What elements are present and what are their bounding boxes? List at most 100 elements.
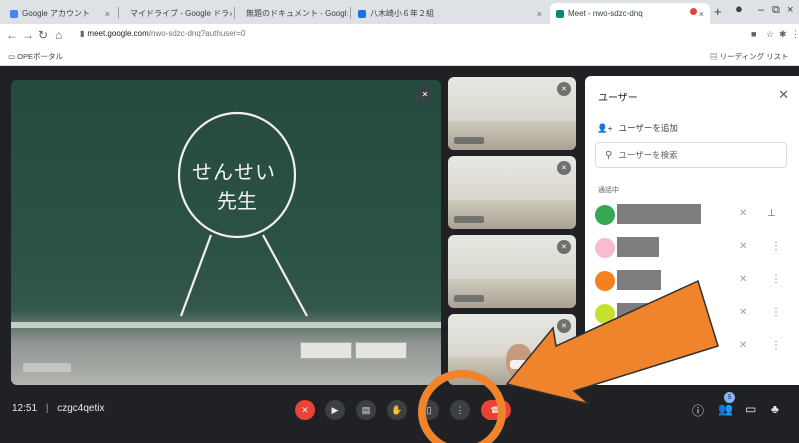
avatar (595, 271, 615, 291)
participant-row[interactable]: ✕ ⋮ (585, 334, 799, 360)
chalk-drawing (177, 111, 308, 317)
reload-icon[interactable]: ↻ (38, 28, 48, 42)
more-options-icon[interactable]: ⋮ (771, 307, 781, 318)
add-person-icon: 👤+ (597, 122, 613, 133)
url-path: /nwo-sdzc-dnq?authuser=0 (148, 29, 246, 38)
chalk-ledge (11, 322, 441, 328)
search-placeholder: ユーザーを検索 (618, 150, 678, 160)
mic-off-icon: ✕ (739, 307, 748, 318)
more-options-button[interactable]: ⋮ (450, 400, 470, 420)
avatar (595, 238, 615, 258)
pin-icon[interactable]: ⊥ (767, 208, 776, 219)
participant-name-redacted (617, 336, 653, 356)
add-people-button[interactable]: 👤+ ユーザーを追加 (597, 122, 678, 134)
participant-name-redacted (617, 270, 661, 290)
room-floor (448, 199, 576, 229)
forward-arrow-icon[interactable]: → (22, 28, 34, 42)
profile-circle-icon[interactable]: ● (735, 1, 743, 16)
bookmark-ope-portal[interactable]: ▭ OPEポータル (8, 51, 63, 62)
url-field[interactable]: ▮ meet.google.com/nwo-sdzc-dnq?authuser=0 (80, 29, 246, 38)
camera-toggle-button[interactable]: ▶ (325, 400, 345, 420)
bookmark-star-icon[interactable]: ☆ (766, 29, 774, 40)
more-options-icon[interactable]: ⋮ (771, 274, 781, 285)
more-options-icon[interactable]: ⋮ (771, 241, 781, 252)
tab-untitled-document[interactable]: 無題のドキュメント - Googl × (236, 3, 348, 24)
reading-list-icon: ▤ (710, 52, 720, 61)
leave-call-button[interactable]: ☎ (481, 400, 511, 420)
bookmarks-bar (0, 48, 799, 66)
participant-row[interactable]: ✕ ⊥ (585, 202, 799, 228)
mic-off-icon: ✕ (739, 208, 748, 219)
panel-title: ユーザー (598, 93, 638, 104)
extensions-icon[interactable]: ✱ (779, 29, 787, 40)
mic-off-icon: ✕ (739, 340, 748, 351)
tab-separator (234, 7, 235, 19)
mic-off-icon: ✕ (739, 274, 748, 285)
folder-icon: ▭ (8, 52, 18, 61)
participant-name-label (454, 295, 484, 302)
mic-toggle-button[interactable]: ✕ (295, 400, 315, 420)
close-icon[interactable]: ✕ (778, 87, 789, 103)
tab-google-account[interactable]: Google アカウント × (4, 3, 116, 24)
close-icon[interactable]: × (346, 9, 348, 19)
avatar (595, 337, 615, 357)
avatar (595, 205, 615, 225)
tab-class-page[interactable]: 八木崎小６年２組 × (352, 3, 548, 24)
tab-my-drive[interactable]: マイドライブ - Google ドラ × (120, 3, 232, 24)
separator: | (45, 403, 49, 414)
activities-icon[interactable]: ♣ (771, 402, 779, 416)
screenshot-root: Google アカウント × マイドライブ - Google ドラ × 無題のド… (0, 0, 799, 443)
tab-meet[interactable]: Meet - nwo-sdzc-dnq × (550, 3, 710, 24)
avatar (595, 304, 615, 324)
participant-row[interactable]: ✕ ⋮ (585, 235, 799, 261)
meeting-details-icon[interactable]: ⓘ (692, 402, 704, 419)
people-search-input[interactable]: ⚲ ユーザーを検索 (595, 142, 787, 168)
participant-tile[interactable]: ✕ (448, 156, 576, 229)
captions-button[interactable]: ▤ (356, 400, 376, 420)
participant-name-label (454, 216, 484, 223)
participant-name-redacted (617, 204, 701, 224)
in-call-section-label: 通話中 (598, 187, 619, 194)
participant-tile[interactable]: ✕ (448, 314, 576, 385)
participant-row[interactable]: ✕ ⋮ (585, 301, 799, 327)
window-close-button[interactable]: × (787, 4, 793, 16)
tab-label: Google アカウント (22, 9, 91, 18)
present-screen-button[interactable]: ▯ (419, 400, 439, 420)
participant-name-label (454, 137, 484, 144)
tab-label: 八木崎小６年２組 (370, 9, 434, 18)
new-tab-button[interactable]: + (714, 4, 722, 19)
search-icon: ⚲ (605, 149, 613, 161)
participant-tile[interactable]: ✕ (448, 77, 576, 150)
room-floor (448, 278, 576, 308)
close-icon[interactable]: × (699, 9, 704, 19)
minimize-button[interactable]: – (758, 4, 764, 16)
eraser (355, 342, 407, 359)
participant-name-redacted (617, 237, 659, 257)
people-icon[interactable]: 👥 (718, 402, 733, 416)
more-options-icon[interactable]: ⋮ (771, 340, 781, 351)
participant-tile[interactable]: ✕ (448, 235, 576, 308)
camera-indicator-icon[interactable]: ■ (751, 29, 756, 39)
close-icon[interactable]: × (105, 9, 110, 19)
close-icon[interactable]: × (229, 9, 232, 19)
add-people-label: ユーザーを追加 (618, 123, 678, 133)
close-icon[interactable]: × (537, 9, 542, 19)
participant-name-label (23, 363, 71, 372)
mic-off-icon: ✕ (557, 319, 571, 333)
back-arrow-icon[interactable]: ← (6, 28, 18, 42)
mic-off-icon: ✕ (557, 240, 571, 254)
clock-time: 12:51 (12, 403, 38, 414)
raise-hand-button[interactable]: ✋ (387, 400, 407, 420)
participant-row[interactable]: ✕ ⋮ (585, 268, 799, 294)
maximize-button[interactable]: ⧉ (772, 4, 780, 17)
tab-label: Meet - nwo-sdzc-dnq (568, 9, 643, 18)
face-mask (510, 360, 528, 369)
chat-icon[interactable]: ▭ (745, 402, 756, 416)
home-icon[interactable]: ⌂ (55, 28, 62, 42)
room-floor (448, 120, 576, 150)
site-info-icon[interactable]: ▮ (80, 29, 84, 38)
main-video-tile[interactable]: ✕ せんせい 先生 (11, 80, 441, 385)
classroom-icon (358, 9, 366, 18)
browser-menu-icon[interactable]: ⋮ (791, 29, 799, 40)
reading-list-button[interactable]: ▤ リーディング リスト (710, 51, 789, 62)
